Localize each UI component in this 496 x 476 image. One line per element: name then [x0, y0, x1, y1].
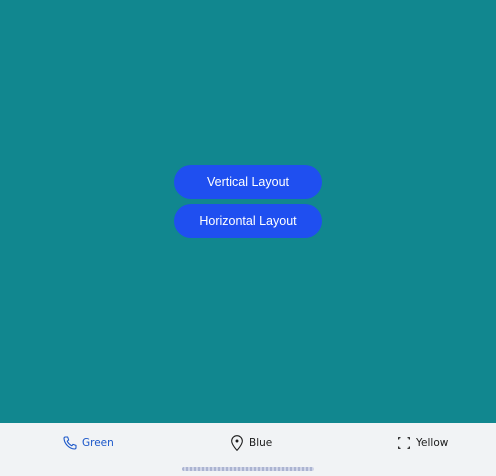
vertical-layout-button[interactable]: Vertical Layout — [174, 165, 322, 199]
tab-green[interactable]: Green — [62, 432, 114, 454]
scan-frame-icon — [396, 435, 412, 451]
home-indicator[interactable] — [182, 467, 314, 471]
phone-icon — [62, 435, 78, 451]
location-pin-icon — [229, 434, 245, 452]
app-screen: Vertical Layout Horizontal Layout Green … — [0, 0, 496, 476]
tab-label-green: Green — [82, 437, 114, 449]
tab-yellow[interactable]: Yellow — [396, 432, 448, 454]
content-area: Vertical Layout Horizontal Layout — [0, 0, 496, 423]
tab-label-yellow: Yellow — [416, 437, 449, 449]
tab-label-blue: Blue — [249, 437, 273, 449]
horizontal-layout-button[interactable]: Horizontal Layout — [174, 204, 322, 238]
tab-blue[interactable]: Blue — [229, 432, 272, 454]
